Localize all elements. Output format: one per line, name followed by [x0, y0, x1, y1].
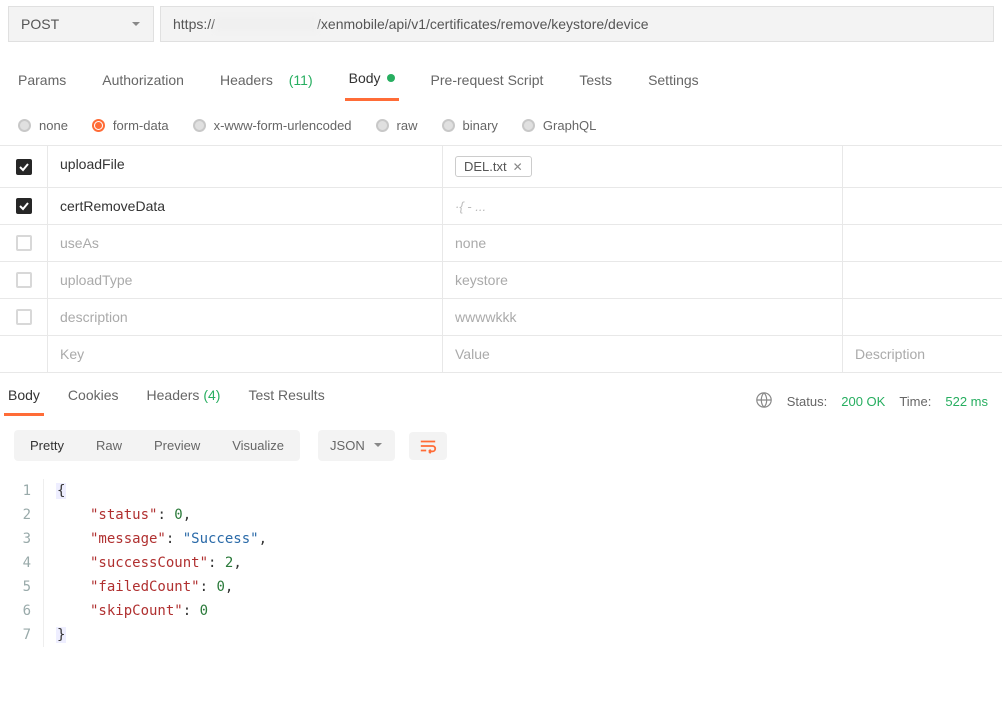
- form-key-input[interactable]: uploadFile: [48, 146, 443, 187]
- response-tabs: Body Cookies Headers (4) Test Results: [4, 387, 329, 416]
- tab-settings[interactable]: Settings: [644, 70, 703, 101]
- radio-circle-icon: [92, 119, 105, 132]
- form-row: useAs none: [0, 225, 1002, 262]
- chevron-down-icon: [373, 438, 383, 453]
- status-value: 200 OK: [841, 394, 885, 409]
- form-desc-input[interactable]: [843, 299, 1002, 335]
- form-value-input[interactable]: keystore: [443, 262, 843, 298]
- form-value-input[interactable]: DEL.txt ✕: [443, 146, 843, 187]
- tab-params[interactable]: Params: [14, 70, 70, 101]
- form-row: uploadFile DEL.txt ✕: [0, 146, 1002, 188]
- url-hidden-host: xxxxxxxxxxxxxx: [215, 16, 317, 32]
- resp-tab-cookies[interactable]: Cookies: [64, 387, 123, 416]
- viewer-preview[interactable]: Preview: [138, 430, 216, 461]
- radio-graphql[interactable]: GraphQL: [522, 118, 596, 133]
- form-key-input[interactable]: description: [48, 299, 443, 335]
- radio-form-data[interactable]: form-data: [92, 118, 169, 133]
- viewer-visualize[interactable]: Visualize: [216, 430, 300, 461]
- url-prefix: https://: [173, 16, 215, 32]
- body-modified-dot-icon: [387, 74, 395, 82]
- form-key-input[interactable]: useAs: [48, 225, 443, 261]
- form-row-new: Key Value Description: [0, 336, 1002, 373]
- response-json-viewer[interactable]: 1{ 2"status": 0, 3"message": "Success", …: [0, 475, 1002, 659]
- row-checkbox[interactable]: [16, 198, 32, 214]
- viewer-raw[interactable]: Raw: [80, 430, 138, 461]
- row-checkbox[interactable]: [16, 159, 32, 175]
- file-name: DEL.txt: [464, 159, 507, 174]
- row-checkbox[interactable]: [16, 272, 32, 288]
- time-value: 522 ms: [945, 394, 988, 409]
- http-method-value: POST: [21, 16, 59, 32]
- network-globe-icon[interactable]: [755, 391, 773, 412]
- radio-circle-icon: [18, 119, 31, 132]
- chevron-down-icon: [131, 16, 141, 32]
- viewer-pretty[interactable]: Pretty: [14, 430, 80, 461]
- radio-circle-icon: [376, 119, 389, 132]
- time-label: Time:: [899, 394, 931, 409]
- http-method-select[interactable]: POST: [8, 6, 154, 42]
- form-value-input[interactable]: wwwwkkk: [443, 299, 843, 335]
- form-desc-input[interactable]: [843, 225, 1002, 261]
- radio-raw[interactable]: raw: [376, 118, 418, 133]
- resp-tab-test-results[interactable]: Test Results: [244, 387, 328, 416]
- form-data-table: uploadFile DEL.txt ✕ certRemoveData ·{ -…: [0, 145, 1002, 373]
- form-row: description wwwwkkk: [0, 299, 1002, 336]
- tab-prerequest[interactable]: Pre-request Script: [427, 70, 548, 101]
- request-url-input[interactable]: https://xxxxxxxxxxxxxx/xenmobile/api/v1/…: [160, 6, 994, 42]
- resp-headers-count: (4): [203, 387, 220, 403]
- radio-circle-icon: [522, 119, 535, 132]
- close-icon[interactable]: ✕: [513, 160, 523, 174]
- tab-authorization[interactable]: Authorization: [98, 70, 188, 101]
- form-row: certRemoveData ·{ - ...: [0, 188, 1002, 225]
- resp-tab-body[interactable]: Body: [4, 387, 44, 416]
- tab-tests[interactable]: Tests: [575, 70, 616, 101]
- form-row: uploadType keystore: [0, 262, 1002, 299]
- url-path: /xenmobile/api/v1/certificates/remove/ke…: [317, 16, 648, 32]
- form-value-input[interactable]: Value: [443, 336, 843, 372]
- radio-circle-icon: [442, 119, 455, 132]
- radio-urlencoded[interactable]: x-www-form-urlencoded: [193, 118, 352, 133]
- headers-count: (11): [289, 72, 313, 88]
- form-desc-input[interactable]: Description: [843, 336, 1002, 372]
- viewer-format-select[interactable]: JSON: [318, 430, 395, 461]
- file-chip[interactable]: DEL.txt ✕: [455, 156, 532, 177]
- request-tabs: Params Authorization Headers (11) Body P…: [0, 48, 1002, 102]
- viewer-mode-group: Pretty Raw Preview Visualize: [14, 430, 300, 461]
- form-desc-input[interactable]: [843, 262, 1002, 298]
- radio-circle-icon: [193, 119, 206, 132]
- wrap-lines-button[interactable]: [409, 432, 447, 460]
- form-value-input[interactable]: ·{ - ...: [443, 188, 843, 224]
- status-label: Status:: [787, 394, 827, 409]
- form-desc-input[interactable]: [843, 146, 1002, 187]
- form-key-input[interactable]: certRemoveData: [48, 188, 443, 224]
- tab-body[interactable]: Body: [345, 70, 399, 101]
- row-checkbox[interactable]: [16, 235, 32, 251]
- form-key-input[interactable]: uploadType: [48, 262, 443, 298]
- radio-none[interactable]: none: [18, 118, 68, 133]
- radio-binary[interactable]: binary: [442, 118, 498, 133]
- form-desc-input[interactable]: [843, 188, 1002, 224]
- form-key-input[interactable]: Key: [48, 336, 443, 372]
- row-checkbox[interactable]: [16, 309, 32, 325]
- tab-headers[interactable]: Headers (11): [216, 70, 317, 101]
- form-value-input[interactable]: none: [443, 225, 843, 261]
- body-type-radios: none form-data x-www-form-urlencoded raw…: [0, 102, 1002, 145]
- resp-tab-headers[interactable]: Headers (4): [143, 387, 225, 416]
